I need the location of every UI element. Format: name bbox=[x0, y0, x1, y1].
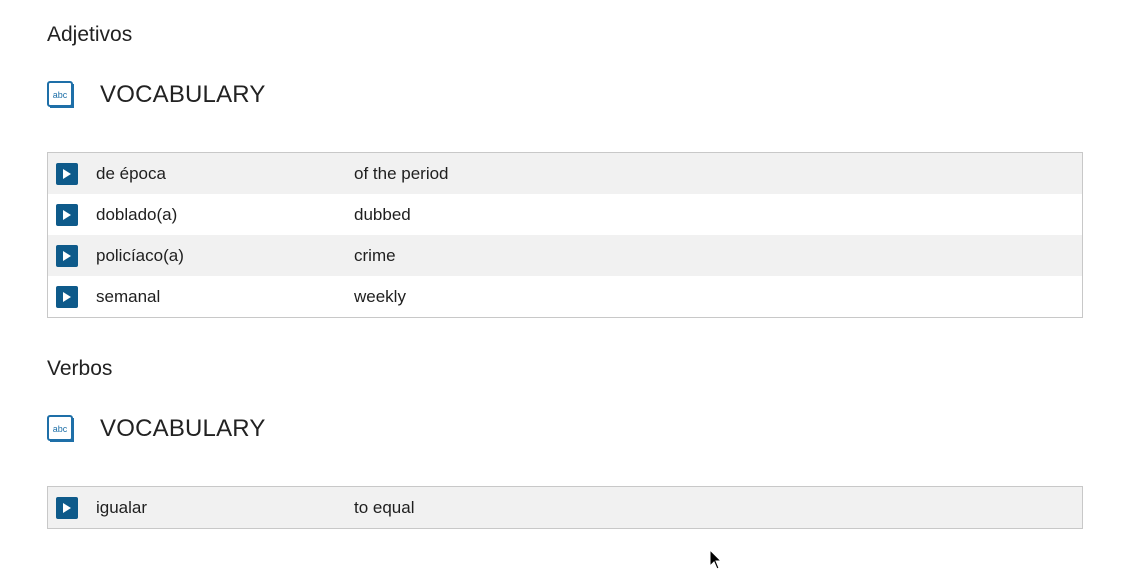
play-icon bbox=[63, 209, 71, 220]
vocab-term: igualar bbox=[96, 497, 148, 517]
vocab-term: policíaco(a) bbox=[96, 245, 184, 265]
play-audio-button[interactable] bbox=[56, 162, 78, 185]
vocab-meaning: of the period bbox=[354, 163, 449, 183]
vocab-row: doblado(a) dubbed bbox=[48, 194, 1082, 235]
mouse-cursor-icon bbox=[709, 549, 723, 570]
vocabulary-header: abc VOCABULARY bbox=[47, 81, 266, 109]
play-audio-button[interactable] bbox=[56, 244, 78, 267]
play-icon bbox=[63, 502, 71, 513]
vocabulary-page: Adjetivos abc VOCABULARY de época of the… bbox=[0, 0, 1128, 572]
play-icon bbox=[63, 168, 71, 179]
vocabulary-table-adjetivos: de época of the period doblado(a) dubbed… bbox=[47, 152, 1083, 318]
abc-book-icon: abc bbox=[47, 415, 74, 442]
vocab-row: de época of the period bbox=[48, 153, 1082, 194]
vocabulary-header: abc VOCABULARY bbox=[47, 415, 266, 443]
abc-book-icon: abc bbox=[47, 81, 74, 108]
vocab-meaning: crime bbox=[354, 245, 396, 265]
vocabulary-table-verbos: igualar to equal bbox=[47, 486, 1083, 529]
vocab-meaning: dubbed bbox=[354, 204, 411, 224]
abc-icon-text: abc bbox=[53, 90, 68, 100]
play-audio-button[interactable] bbox=[56, 203, 78, 226]
vocab-row: policíaco(a) crime bbox=[48, 235, 1082, 276]
play-icon bbox=[63, 250, 71, 261]
vocab-meaning: to equal bbox=[354, 497, 415, 517]
vocab-row: igualar to equal bbox=[48, 487, 1082, 528]
abc-icon-text: abc bbox=[53, 424, 68, 434]
section-heading-adjetivos: Adjetivos bbox=[47, 23, 133, 46]
play-icon bbox=[63, 291, 71, 302]
vocab-term: de época bbox=[96, 163, 166, 183]
vocab-meaning: weekly bbox=[354, 286, 406, 306]
vocab-term: semanal bbox=[96, 286, 161, 306]
vocab-term: doblado(a) bbox=[96, 204, 178, 224]
play-audio-button[interactable] bbox=[56, 285, 78, 308]
vocabulary-title: VOCABULARY bbox=[100, 81, 266, 108]
vocab-row: semanal weekly bbox=[48, 276, 1082, 317]
vocabulary-title: VOCABULARY bbox=[100, 415, 266, 442]
section-heading-verbos: Verbos bbox=[47, 357, 113, 380]
play-audio-button[interactable] bbox=[56, 496, 78, 519]
